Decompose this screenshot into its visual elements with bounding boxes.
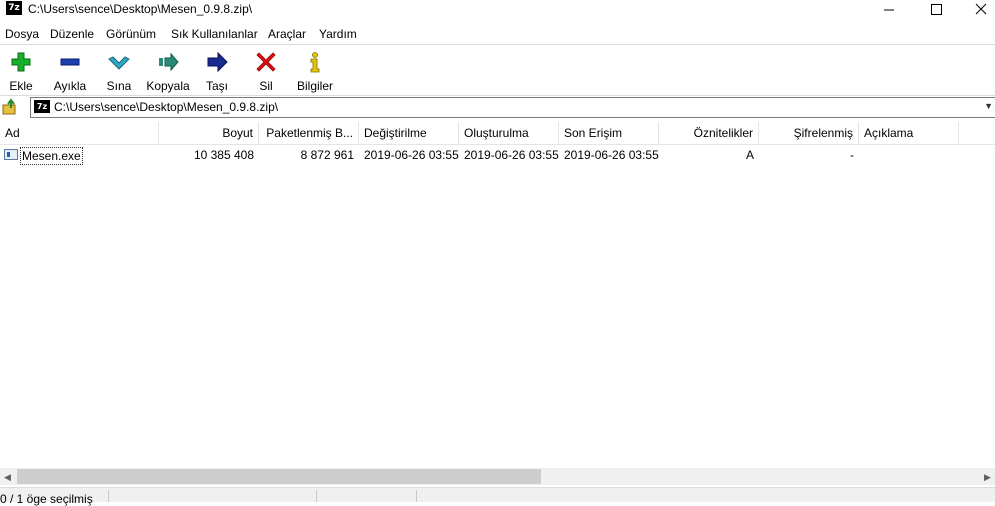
column-sifrelenmis[interactable]: Şifrelenmiş — [759, 122, 859, 144]
file-name[interactable]: Mesen.exe — [20, 147, 83, 165]
app-7z-icon: 7z — [6, 1, 22, 15]
menu-duzenle[interactable]: Düzenle — [50, 27, 94, 41]
column-degistirilme[interactable]: Değiştirilme — [359, 122, 459, 144]
column-son-erisim[interactable]: Son Erişim — [559, 122, 659, 144]
table-row[interactable]: Mesen.exe 10 385 408 8 872 961 2019-06-2… — [0, 146, 995, 165]
minus-icon — [60, 58, 80, 66]
column-aciklama[interactable]: Açıklama — [859, 122, 959, 144]
status-divider — [108, 490, 109, 502]
close-button[interactable] — [958, 0, 995, 20]
minimize-icon — [884, 9, 894, 11]
column-olusturulma[interactable]: Oluşturulma — [459, 122, 559, 144]
column-paketlenmis[interactable]: Paketlenmiş B... — [259, 122, 359, 144]
maximize-button[interactable] — [912, 0, 958, 20]
file-comment — [859, 146, 959, 164]
extract-label: Ayıkla — [53, 79, 87, 93]
column-boyut[interactable]: Boyut — [159, 122, 259, 144]
delete-label: Sil — [259, 79, 273, 93]
check-icon — [108, 56, 130, 70]
up-folder-button[interactable] — [2, 98, 20, 116]
file-accessed: 2019-06-26 03:55 — [564, 148, 659, 162]
chevron-down-icon[interactable]: ▼ — [984, 101, 993, 111]
copy-button[interactable]: Kopyala — [145, 49, 191, 93]
horizontal-scrollbar[interactable]: ◀ ▶ — [0, 468, 995, 485]
move-button[interactable]: Taşı — [203, 49, 231, 93]
file-packed-size: 8 872 961 — [300, 148, 354, 162]
scrollbar-thumb[interactable] — [17, 469, 541, 484]
menu-yardim[interactable]: Yardım — [319, 27, 357, 41]
menu-dosya[interactable]: Dosya — [5, 27, 39, 41]
menu-araclar[interactable]: Araçlar — [268, 27, 306, 41]
file-size: 10 385 408 — [193, 148, 254, 162]
status-divider — [416, 490, 417, 502]
close-icon — [975, 3, 987, 15]
status-divider — [316, 490, 317, 502]
scroll-right-icon[interactable]: ▶ — [984, 472, 991, 483]
status-selection: 0 / 1 öge seçilmiş — [0, 492, 93, 506]
column-oznitelikler[interactable]: Öznitelikler — [659, 122, 759, 144]
scroll-left-icon[interactable]: ◀ — [4, 472, 11, 483]
archive-7z-icon: 7z — [34, 100, 50, 113]
up-folder-icon — [2, 98, 16, 115]
delete-x-icon — [256, 52, 276, 72]
file-encrypted: - — [850, 148, 854, 162]
menu-bar: Dosya Düzenle Görünüm Sık Kullanılanlar … — [0, 24, 995, 43]
column-ad[interactable]: Ad — [0, 122, 159, 144]
copy-label: Kopyala — [146, 79, 190, 93]
file-attributes: A — [745, 148, 754, 162]
test-button[interactable]: Sına — [104, 49, 134, 93]
column-header: Ad Boyut Paketlenmiş B... Değiştirilme O… — [0, 122, 995, 145]
exe-file-icon — [4, 149, 18, 160]
title-bar: 7z C:\Users\sence\Desktop\Mesen_0.9.8.zi… — [0, 0, 995, 20]
info-label: Bilgiler — [296, 79, 333, 93]
toolbar: Ekle Ayıkla Sına Kopyala Taşı Sil Bilgil… — [0, 44, 995, 96]
info-icon — [310, 52, 320, 73]
minimize-button[interactable] — [866, 0, 912, 20]
add-label: Ekle — [9, 79, 33, 93]
add-button[interactable]: Ekle — [5, 49, 37, 93]
move-arrow-icon — [207, 51, 228, 73]
menu-sik-kullanilanlar[interactable]: Sık Kullanılanlar — [171, 27, 258, 41]
address-path: C:\Users\sence\Desktop\Mesen_0.9.8.zip\ — [54, 100, 279, 114]
address-input[interactable]: 7z C:\Users\sence\Desktop\Mesen_0.9.8.zi… — [30, 97, 995, 118]
maximize-icon — [931, 4, 942, 15]
plus-icon — [11, 52, 31, 72]
test-label: Sına — [106, 79, 132, 93]
menu-gorunum[interactable]: Görünüm — [106, 27, 156, 41]
address-bar: 7z C:\Users\sence\Desktop\Mesen_0.9.8.zi… — [0, 96, 995, 118]
info-button[interactable]: Bilgiler — [295, 49, 335, 93]
file-modified: 2019-06-26 03:55 — [364, 148, 459, 162]
window-title: C:\Users\sence\Desktop\Mesen_0.9.8.zip\ — [28, 2, 253, 16]
move-label: Taşı — [205, 79, 228, 93]
status-bar: 0 / 1 öge seçilmiş — [0, 487, 995, 506]
extract-button[interactable]: Ayıkla — [50, 49, 90, 93]
delete-button[interactable]: Sil — [253, 49, 279, 93]
file-created: 2019-06-26 03:55 — [464, 148, 559, 162]
copy-arrow-icon — [159, 52, 179, 72]
